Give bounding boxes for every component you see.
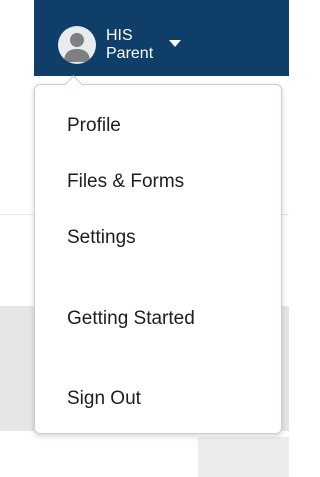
menu-item-getting-started[interactable]: Getting Started <box>67 308 195 330</box>
user-name: HIS Parent <box>106 27 153 63</box>
caret-down-icon[interactable] <box>169 39 182 47</box>
menu-item-sign-out[interactable]: Sign Out <box>67 388 141 410</box>
menu-item-settings[interactable]: Settings <box>67 227 136 249</box>
page-footer-background <box>198 437 289 477</box>
user-avatar-icon <box>58 26 96 64</box>
user-dropdown-menu: Profile Files & Forms Settings Getting S… <box>34 75 282 434</box>
menu-pointer-arrow <box>64 75 83 94</box>
user-name-line2: Parent <box>106 45 154 62</box>
user-menu-button[interactable]: HIS Parent <box>58 20 182 70</box>
user-name-line1: HIS <box>106 27 133 44</box>
page-panel-background <box>0 306 36 431</box>
menu-item-profile[interactable]: Profile <box>67 115 121 137</box>
page-panel-background-right <box>282 306 289 431</box>
menu-item-files-forms[interactable]: Files & Forms <box>67 171 184 193</box>
